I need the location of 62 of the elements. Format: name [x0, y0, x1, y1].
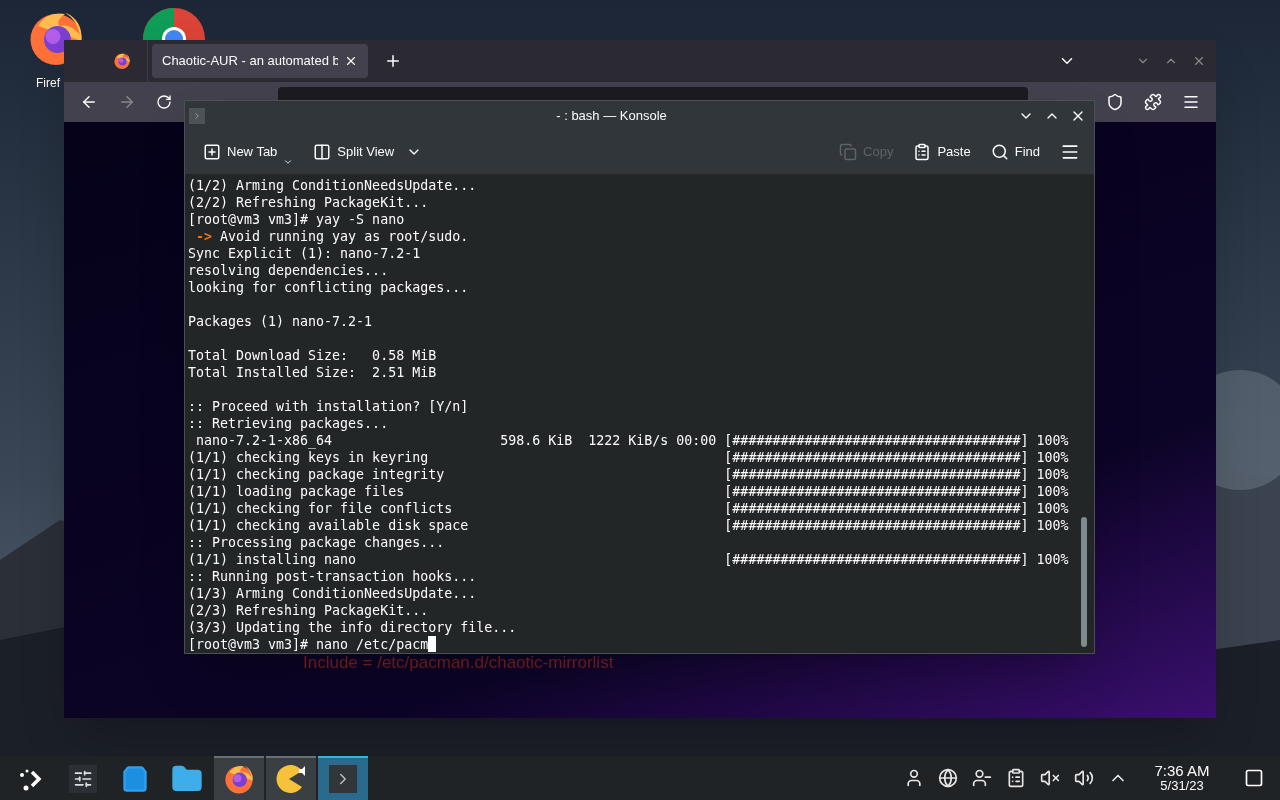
terminal-line: (1/3) Arming ConditionNeedsUpdate...: [188, 585, 477, 602]
terminal-line: Packages (1) nano-7.2-1: [188, 313, 373, 330]
taskbar-button[interactable]: [214, 756, 264, 800]
user-icon[interactable]: [904, 768, 924, 788]
terminal-line: (1/1) checking package integrity [####################################] 100%: [188, 466, 1069, 483]
terminal-line: (2/2) Refreshing PackageKit...: [188, 194, 429, 211]
terminal-icon: [189, 107, 205, 124]
config-text: Include = /etc/pacman.d/chaotic-mirrorlist: [303, 652, 614, 674]
volume-icon[interactable]: [1074, 768, 1094, 788]
show-desktop-icon[interactable]: [1244, 768, 1264, 788]
url-field[interactable]: [278, 87, 1028, 100]
terminal-line: (1/1) checking keys in keyring [####################################] 100%: [188, 449, 1069, 466]
network-icon[interactable]: [938, 768, 958, 788]
menu-icon[interactable]: [1182, 93, 1200, 111]
user-status-icon[interactable]: [972, 768, 992, 788]
terminal-line: :: Running post-transaction hooks...: [188, 568, 477, 585]
taskbar-button[interactable]: [266, 756, 316, 800]
terminal-line: (2/3) Refreshing PackageKit...: [188, 602, 429, 619]
window-title: - : bash — Konsole: [555, 106, 668, 125]
new-tab-icon[interactable]: [384, 52, 402, 70]
close-tab-icon[interactable]: [344, 54, 358, 68]
back-icon[interactable]: [80, 93, 98, 111]
terminal-icon: [329, 765, 357, 793]
clipboard-icon: [913, 143, 932, 162]
terminal-line: (1/1) installing nano [####################################] 100%: [188, 551, 1069, 568]
terminal-line: looking for conflicting packages...: [188, 279, 469, 296]
terminal-line: [root@vm3 vm3]# yay -S nano: [188, 211, 405, 228]
terminal-line: :: Proceed with installation? [Y/n]: [188, 398, 469, 415]
terminal-line: resolving dependencies...: [188, 262, 389, 279]
new-tab-button[interactable]: New Tab: [199, 137, 298, 168]
terminal-line: :: Processing package changes...: [188, 534, 445, 551]
columns-icon: [313, 143, 332, 162]
split-button[interactable]: Split View: [309, 137, 427, 168]
terminal-line: :: Retrieving packages...: [188, 415, 389, 432]
new-tab-icon: [203, 143, 221, 162]
muted-speaker-icon[interactable]: [1040, 768, 1060, 788]
terminal-line: (1/2) Arming ConditionNeedsUpdate...: [188, 177, 477, 194]
find-button[interactable]: Find: [986, 137, 1044, 168]
arrow-prefix: ->: [195, 228, 213, 245]
firefox-icon: [113, 52, 131, 70]
terminal-line: (1/1) loading package files [####################################] 100%: [188, 483, 1069, 500]
clock[interactable]: 7:36 AM 5/31/23: [1150, 763, 1214, 793]
terminal-line: [root@vm3 vm3]# nano /etc/pacm: [188, 636, 429, 653]
terminal-line: Total Installed Size: 2.51 MiB: [188, 364, 437, 381]
terminal-line: nano-7.2-1-x86_64 598.6 KiB 1222 KiB/s 00:00 [####################################] 100%: [195, 432, 1069, 449]
copy-icon: [839, 143, 858, 162]
firefox-icon: [223, 763, 255, 795]
paste-button[interactable]: Paste: [909, 137, 975, 168]
icon-label: Firef: [36, 75, 60, 92]
terminal-line: (1/1) checking for file conflicts [####################################] 100%: [188, 500, 1069, 517]
sliders-icon: [69, 765, 97, 793]
terminal-line: Total Download Size: 0.58 MiB: [188, 347, 437, 364]
extensions-icon[interactable]: [1144, 93, 1162, 111]
terminal-line: Avoid running yay as root/sudo.: [219, 228, 469, 245]
clipboard-icon[interactable]: [1006, 768, 1026, 788]
scrollbar-thumb[interactable]: [1081, 517, 1087, 647]
search-icon: [990, 143, 1009, 162]
terminal-line: Sync Explicit (1): nano-7.2-1: [188, 245, 421, 262]
reload-icon[interactable]: [156, 94, 172, 110]
forward-icon[interactable]: [118, 93, 136, 111]
terminal-line: (3/3) Updating the info directory file...: [188, 619, 517, 636]
terminal-line: (1/1) checking available disk space [####################################] 100%: [188, 517, 1069, 534]
